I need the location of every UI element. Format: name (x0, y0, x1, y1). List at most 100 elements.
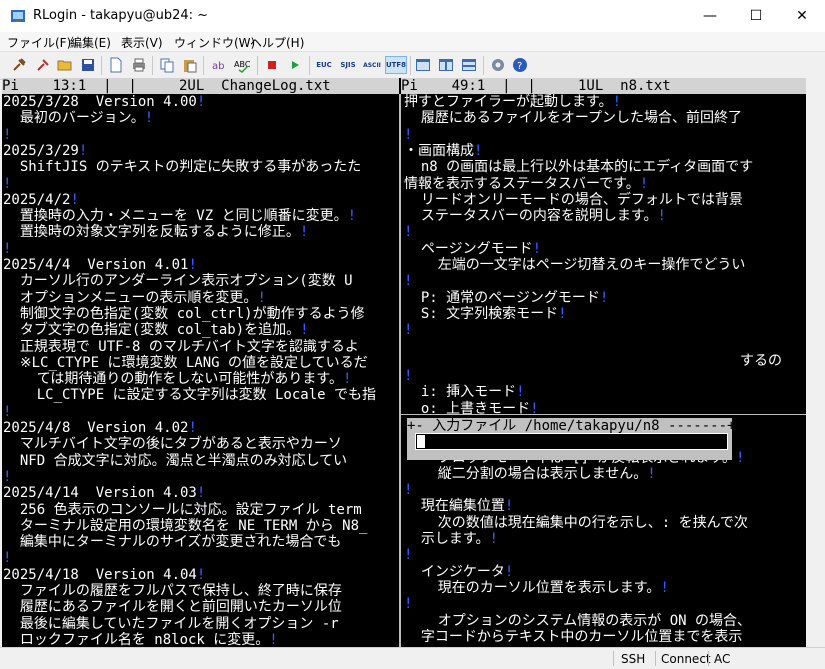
help-icon[interactable]: ? (511, 56, 529, 74)
new-connection-icon[interactable] (10, 56, 28, 74)
menu-edit[interactable]: 編集(E) (70, 34, 111, 51)
text-line[interactable]: 2025/3/29! (3, 143, 87, 159)
text-line[interactable]: 字コードからテキスト中のカーソル位置までを表示 (404, 629, 743, 645)
reconnect-icon[interactable] (34, 56, 52, 74)
layout-icon-2[interactable] (437, 56, 455, 74)
text-line[interactable]: 示します。! (404, 531, 498, 547)
line-text: ファイルの履歴をフルパスで保持し、終了時に保存 (3, 583, 342, 599)
text-line[interactable]: ! (404, 596, 412, 612)
text-line[interactable]: ! (404, 482, 412, 498)
text-line[interactable]: 縦二分割の場合は表示しません。! (404, 466, 656, 482)
text-line[interactable]: 制御文字の色指定(変数 col_ctrl)が動作するよう修 (3, 306, 365, 322)
utf8-encoding-button[interactable]: UTF8 (385, 56, 407, 74)
text-line[interactable]: マルチバイト文字の後にタブがあると表示やカーソ (3, 436, 342, 452)
print-icon[interactable] (130, 56, 148, 74)
input-file-dialog[interactable]: +- 入力ファイル /home/takapyu/n8 -------+ (407, 418, 735, 460)
minimize-button[interactable]: — (687, 0, 733, 32)
menu-help[interactable]: ヘルプ(H) (250, 34, 304, 51)
copy-icon[interactable] (158, 56, 176, 74)
text-line[interactable]: ShiftJIS のテキストの判定に失敗する事があったた (3, 159, 361, 175)
text-line[interactable]: 最後に編集していたファイルを開くオプション -r (3, 616, 339, 632)
text-line[interactable]: ては期待通りの動作をしない可能性があります。! (3, 371, 352, 387)
text-line[interactable]: ステータスバーの内容を説明します。! (404, 208, 666, 224)
title-bar[interactable]: RLogin - takapyu@ub24: ~ — ☐ ✕ (0, 0, 825, 32)
new-document-icon[interactable] (107, 56, 125, 74)
text-line[interactable]: P: 通常のページングモード! (404, 290, 608, 306)
menu-window[interactable]: ウィンドウ(W) (174, 34, 255, 51)
text-line[interactable]: n8 の画面は最上行以外は基本的にエディタ画面です (404, 159, 753, 175)
text-line[interactable]: 256 色表示のコンソールに対応。設定ファイル term (3, 502, 362, 518)
text-line[interactable]: 2025/4/14 Version 4.03! (3, 485, 205, 501)
spell-check-icon[interactable]: ABC (233, 56, 251, 74)
text-line[interactable]: リードオンリーモードの場合、デフォルトでは背景 (404, 192, 743, 208)
text-line[interactable]: オプションメニューの表示順を変更。! (3, 290, 266, 306)
sjis-encoding-button[interactable]: SJIS (337, 56, 359, 74)
maximize-button[interactable]: ☐ (733, 0, 779, 32)
text-line[interactable]: 最初のバージョン。! (3, 110, 153, 126)
save-icon[interactable] (79, 56, 97, 74)
text-line[interactable]: 編集中にターミナルのサイズが変更された場合でも (3, 534, 342, 551)
end-of-line-mark: ! (257, 289, 266, 306)
text-line[interactable]: ページングモード! (404, 241, 541, 257)
text-line[interactable]: ロックファイル名を n8lock に変更。! (3, 632, 278, 647)
text-line[interactable]: 2025/4/18 Version 4.04! (3, 567, 205, 583)
left-editor-pane[interactable]: Pi 13:1 | | 2UL ChangeLog.txt 2025/3/28 … (2, 78, 399, 647)
input-file-field[interactable] (415, 433, 728, 450)
text-line[interactable]: 2025/4/8 Version 4.02! (3, 420, 197, 436)
text-line[interactable]: 押すとファイラーが起動します。! (404, 94, 621, 110)
text-line[interactable]: 現在のカーソル位置を表示します。! (404, 580, 669, 596)
text-line[interactable]: ・画面構成! (404, 143, 482, 159)
ascii-encoding-button[interactable]: ASCII (361, 56, 383, 74)
play-icon[interactable] (286, 56, 304, 74)
text-line[interactable]: 情報を表示するステータスバーです。! (404, 176, 648, 192)
text-line[interactable]: S: 文字列検索モード! (404, 306, 567, 322)
text-line[interactable]: ※LC_CTYPE に環境変数 LANG の値を設定しているだ (3, 355, 368, 371)
text-line[interactable]: ! (404, 368, 412, 384)
text-line[interactable]: 左端の一文字はページ切替えのキー操作でどうい (404, 257, 746, 273)
text-line[interactable]: オプションのシステム情報の表示が ON の場合、 (404, 613, 751, 629)
terminal-area[interactable]: Pi 13:1 | | 2UL ChangeLog.txt 2025/3/28 … (2, 78, 806, 647)
text-line[interactable]: ! (404, 224, 412, 240)
text-line[interactable]: 次の数値は現在編集中の行を示し、: を挟んで次 (404, 515, 748, 531)
stop-icon[interactable] (263, 56, 281, 74)
text-line[interactable]: 2025/4/4 Version 4.01! (3, 257, 197, 273)
text-line[interactable]: ! (404, 322, 412, 338)
text-line[interactable]: ! (3, 469, 11, 485)
menu-file[interactable]: ファイル(F) (7, 34, 71, 51)
text-line[interactable]: ! (3, 127, 11, 143)
paste-icon[interactable] (181, 56, 199, 74)
euc-encoding-button[interactable]: EUC (313, 56, 335, 74)
text-line[interactable]: カーソル行のアンダーライン表示オプション(変数 U (3, 273, 353, 289)
text-line[interactable]: 正規表現で UTF-8 のマルチバイト文字を認識するよ (3, 339, 359, 355)
text-line[interactable]: ! (3, 550, 11, 566)
text-line[interactable]: タブ文字の色指定(変数 col_tab)を追加。! (3, 322, 309, 338)
text-line[interactable]: ファイルの履歴をフルパスで保持し、終了時に保存 (3, 583, 342, 599)
menu-view[interactable]: 表示(V) (121, 34, 163, 51)
text-line[interactable]: i: 挿入モード! (404, 384, 525, 400)
replace-icon[interactable]: ab (210, 56, 228, 74)
text-line[interactable]: 置換時の入力・メニューを VZ と同じ順番に変更。! (3, 208, 356, 224)
text-line[interactable]: インジケータ! (404, 564, 513, 580)
text-line[interactable]: ! (404, 273, 412, 289)
text-line[interactable]: 履歴にあるファイルを開くと前回開いたカーソル位 (3, 599, 342, 615)
text-line[interactable]: ! (404, 547, 412, 563)
text-line[interactable]: LC_CTYPE に設定する文字列は変数 Locale でも指 (3, 387, 376, 403)
text-line[interactable]: 2025/3/28 Version 4.00! (3, 94, 205, 110)
text-line[interactable]: ! (404, 127, 412, 143)
text-line[interactable]: 2025/4/2! (3, 192, 79, 208)
text-line[interactable]: ! (3, 241, 11, 257)
vertical-scrollbar[interactable] (806, 78, 825, 647)
close-button[interactable]: ✕ (779, 0, 825, 32)
text-line[interactable]: 現在編集位置! (404, 498, 513, 514)
text-line[interactable]: ! (3, 176, 11, 192)
layout-icon-1[interactable] (414, 56, 432, 74)
open-folder-icon[interactable] (56, 56, 74, 74)
text-line[interactable]: 履歴にあるファイルをオープンした場合、前回終了 (404, 110, 742, 126)
text-line[interactable]: NFD 合成文字に対応。濁点と半濁点のみ対応してい (3, 453, 347, 469)
layout-icon-3[interactable] (460, 56, 478, 74)
text-line[interactable]: ! (3, 404, 11, 420)
text-line[interactable]: 置換時の対象文字列を反転するように修正。! (3, 224, 308, 240)
gear-icon[interactable] (489, 56, 507, 74)
text-line[interactable]: ターミナル設定用の環境変数名を NE_TERM から N8_ (3, 518, 368, 534)
line-text: 編集中にターミナルのサイズが変更された場合でも (3, 534, 342, 551)
